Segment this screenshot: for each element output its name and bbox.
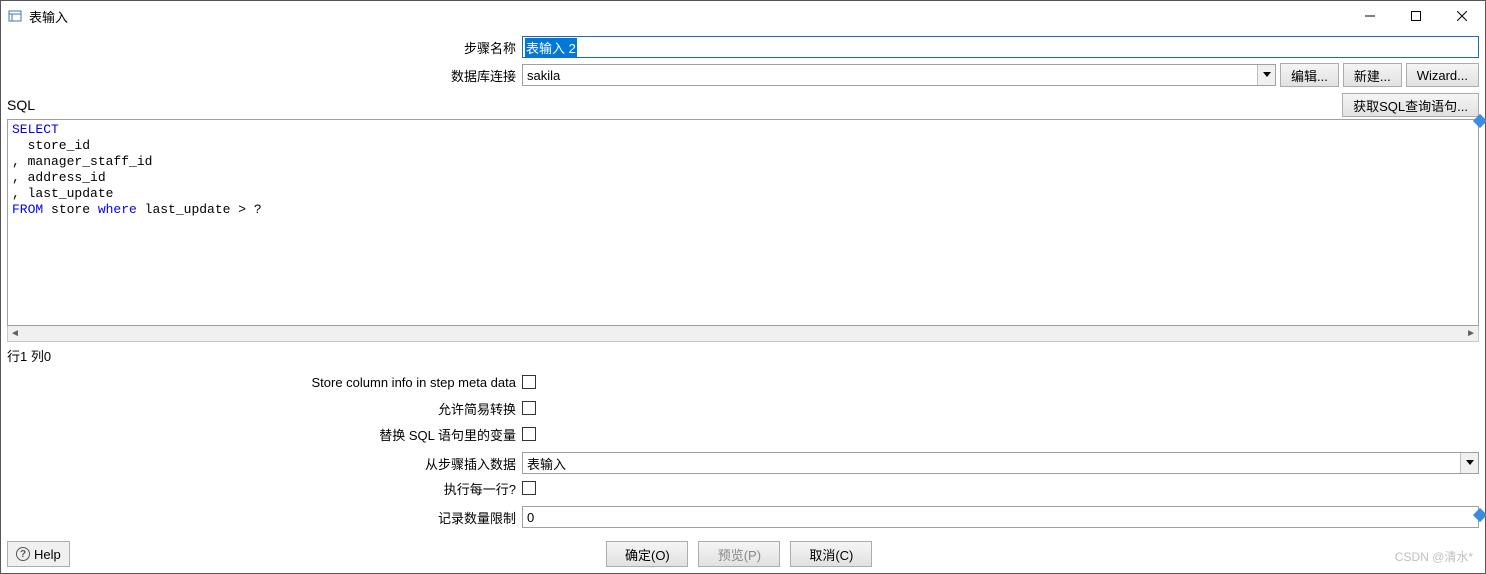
insert-from-step-value: 表输入: [523, 454, 1460, 473]
help-button[interactable]: ? Help: [7, 541, 70, 567]
wizard-button[interactable]: Wizard...: [1406, 63, 1479, 87]
allow-simple-label: 允许简易转换: [7, 399, 522, 418]
insert-from-step-label: 从步骤插入数据: [7, 454, 522, 473]
bottom-bar: ? Help 确定(O) 预览(P) 取消(C): [1, 535, 1485, 573]
cancel-button[interactable]: 取消(C): [790, 541, 872, 567]
insert-from-step-combo[interactable]: 表输入: [522, 452, 1479, 474]
new-button[interactable]: 新建...: [1343, 63, 1402, 87]
sql-editor[interactable]: SELECT store_id , manager_staff_id , add…: [7, 119, 1479, 326]
step-name-input[interactable]: 表输入 2: [522, 36, 1479, 58]
allow-simple-row: 允许简易转换: [7, 395, 1479, 421]
ok-button[interactable]: 确定(O): [606, 541, 688, 567]
insert-from-step-row: 从步骤插入数据 表输入: [7, 451, 1479, 475]
limit-input[interactable]: [522, 506, 1479, 528]
chevron-down-icon[interactable]: [1460, 453, 1478, 473]
replace-vars-label: 替换 SQL 语句里的变量: [7, 425, 522, 444]
db-connection-row: 数据库连接 sakila 编辑... 新建... Wizard...: [7, 63, 1479, 87]
close-button[interactable]: [1439, 1, 1485, 31]
store-column-info-row: Store column info in step meta data: [7, 369, 1479, 395]
replace-vars-row: 替换 SQL 语句里的变量: [7, 421, 1479, 447]
store-column-info-label: Store column info in step meta data: [7, 375, 522, 390]
preview-button[interactable]: 预览(P): [698, 541, 780, 567]
replace-vars-checkbox[interactable]: [522, 427, 536, 441]
limit-row: 记录数量限制: [7, 505, 1479, 529]
edit-button[interactable]: 编辑...: [1280, 63, 1339, 87]
horizontal-scrollbar[interactable]: ◄ ►: [7, 326, 1479, 342]
db-connection-combo[interactable]: sakila: [522, 64, 1276, 86]
scroll-left-icon[interactable]: ◄: [10, 328, 20, 339]
watermark: CSDN @清水*: [1395, 548, 1473, 565]
execute-each-checkbox[interactable]: [522, 481, 536, 495]
dialog-window: 表输入 步骤名称 表输入 2 // will overwrite input s…: [0, 0, 1486, 574]
content-area: 步骤名称 表输入 2 // will overwrite input style…: [1, 31, 1485, 535]
cursor-position-status: 行1 列0: [7, 342, 1479, 369]
execute-each-row: 执行每一行?: [7, 475, 1479, 501]
execute-each-label: 执行每一行?: [7, 479, 522, 498]
step-name-row: 步骤名称 表输入 2: [7, 35, 1479, 59]
window-title: 表输入: [29, 7, 1347, 26]
sql-section: SQL 获取SQL查询语句... SELECT store_id , manag…: [7, 93, 1479, 369]
titlebar: 表输入: [1, 1, 1485, 31]
store-column-info-checkbox[interactable]: [522, 375, 536, 389]
allow-simple-checkbox[interactable]: [522, 401, 536, 415]
minimize-button[interactable]: [1347, 1, 1393, 31]
window-controls: [1347, 1, 1485, 31]
limit-label: 记录数量限制: [7, 508, 522, 527]
step-name-label: 步骤名称: [7, 38, 522, 57]
scroll-right-icon[interactable]: ►: [1466, 328, 1476, 339]
sql-label: SQL: [7, 97, 1342, 113]
maximize-button[interactable]: [1393, 1, 1439, 31]
chevron-down-icon[interactable]: [1257, 65, 1275, 85]
help-label: Help: [34, 547, 61, 562]
get-sql-query-button[interactable]: 获取SQL查询语句...: [1342, 93, 1479, 117]
db-connection-value: sakila: [523, 68, 1257, 83]
app-icon: [7, 8, 23, 24]
db-connection-label: 数据库连接: [7, 66, 522, 85]
help-icon: ?: [16, 547, 30, 561]
